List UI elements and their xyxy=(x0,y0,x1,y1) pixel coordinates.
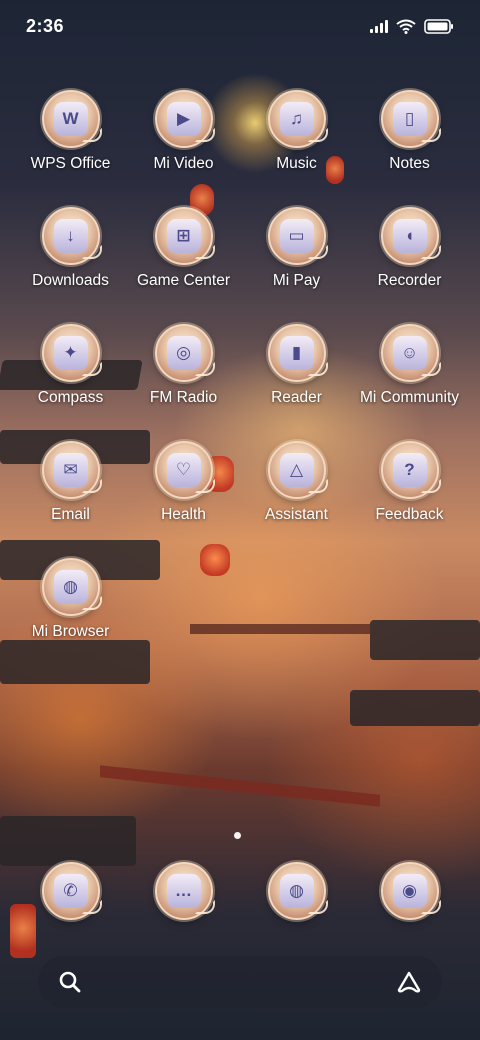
gamepad-icon[interactable]: ⊞ xyxy=(154,207,215,265)
camera-icon-glyph: ◉ xyxy=(392,874,427,908)
app-label: Downloads xyxy=(32,272,109,289)
grid-app[interactable]: ▮ Reader xyxy=(240,324,353,407)
grid-app[interactable]: W WPS Office xyxy=(14,90,127,173)
grid-app[interactable]: ✦ Compass xyxy=(14,324,127,407)
app-label: Notes xyxy=(389,155,430,172)
microphone-icon[interactable]: ◖ xyxy=(380,207,441,265)
app-label: Mi Pay xyxy=(272,272,321,289)
app-label: Mi Video xyxy=(153,155,214,172)
music-note-icon-glyph: ♫ xyxy=(279,102,314,136)
app-grid: W WPS Office ▶ Mi Video ♫ Music ▯ Notes ↓ Downloa… xyxy=(14,90,466,641)
community-icon-glyph: ☺ xyxy=(392,336,427,370)
search-bar[interactable] xyxy=(38,956,442,1008)
app-label: FM Radio xyxy=(149,389,218,406)
radio-icon[interactable]: ◎ xyxy=(154,324,215,382)
app-label: Feedback xyxy=(375,506,444,523)
community-icon[interactable]: ☺ xyxy=(380,324,441,382)
pagoda-roof xyxy=(0,816,136,866)
grid-app[interactable]: ▭ Mi Pay xyxy=(240,207,353,290)
wps-office-icon-glyph: W xyxy=(53,102,88,136)
assistant-icon-glyph: △ xyxy=(279,453,314,487)
envelope-icon-glyph: ✉ xyxy=(53,453,88,487)
status-icons xyxy=(370,18,454,34)
grid-app[interactable]: ? Feedback xyxy=(353,441,466,524)
grid-app[interactable]: ↓ Downloads xyxy=(14,207,127,290)
search-icon[interactable] xyxy=(58,970,82,994)
wallet-icon-glyph: ▭ xyxy=(279,219,314,253)
wallet-icon[interactable]: ▭ xyxy=(267,207,328,265)
compass-icon-glyph: ✦ xyxy=(53,336,88,370)
grid-app[interactable]: ◖ Recorder xyxy=(353,207,466,290)
feedback-icon-glyph: ? xyxy=(392,453,427,487)
dock-app[interactable]: ◍ xyxy=(240,862,353,920)
grid-app[interactable]: ☺ Mi Community xyxy=(353,324,466,407)
app-label: Reader xyxy=(271,389,322,406)
feedback-icon[interactable]: ? xyxy=(380,441,441,499)
phone-icon[interactable]: ✆ xyxy=(41,862,102,920)
grid-app[interactable]: △ Assistant xyxy=(240,441,353,524)
pagoda-roof xyxy=(0,640,150,684)
browser-icon-glyph: ◍ xyxy=(279,874,314,908)
assistant-icon[interactable] xyxy=(396,970,422,994)
status-bar: 2:36 xyxy=(0,0,480,52)
app-label: Health xyxy=(161,506,206,523)
bridge xyxy=(100,765,380,807)
radio-icon-glyph: ◎ xyxy=(166,336,201,370)
app-label: Compass xyxy=(37,389,104,406)
app-label: Game Center xyxy=(136,272,231,289)
app-label: Recorder xyxy=(377,272,442,289)
wifi-icon xyxy=(396,19,416,34)
grid-app[interactable]: ◎ FM Radio xyxy=(127,324,240,407)
gamepad-icon-glyph: ⊞ xyxy=(166,219,201,253)
play-icon-glyph: ▶ xyxy=(166,102,201,136)
page-indicator xyxy=(234,832,241,839)
dock-app[interactable]: ✆ xyxy=(14,862,127,920)
grid-app[interactable]: ♫ Music xyxy=(240,90,353,173)
music-note-icon[interactable]: ♫ xyxy=(267,90,328,148)
app-label: Mi Community xyxy=(359,389,460,406)
book-icon-glyph: ▮ xyxy=(279,336,314,370)
envelope-icon[interactable]: ✉ xyxy=(41,441,102,499)
app-label: Music xyxy=(276,155,317,172)
camera-icon[interactable]: ◉ xyxy=(380,862,441,920)
pagoda-roof xyxy=(350,690,480,726)
notes-icon[interactable]: ▯ xyxy=(380,90,441,148)
app-label: Assistant xyxy=(265,506,328,523)
messages-icon-glyph: … xyxy=(166,874,201,908)
app-label: Email xyxy=(51,506,90,523)
grid-app[interactable]: ⊞ Game Center xyxy=(127,207,240,290)
download-icon-glyph: ↓ xyxy=(53,219,88,253)
notes-icon-glyph: ▯ xyxy=(392,102,427,136)
status-time: 2:36 xyxy=(26,15,65,36)
dock-app[interactable]: … xyxy=(127,862,240,920)
battery-icon xyxy=(424,18,454,34)
grid-app[interactable]: ♡ Health xyxy=(127,441,240,524)
messages-icon[interactable]: … xyxy=(154,862,215,920)
grid-app[interactable]: ▯ Notes xyxy=(353,90,466,173)
app-label: WPS Office xyxy=(30,155,111,172)
download-icon[interactable]: ↓ xyxy=(41,207,102,265)
phone-icon-glyph: ✆ xyxy=(53,874,88,908)
book-icon[interactable]: ▮ xyxy=(267,324,328,382)
app-label: Mi Browser xyxy=(31,623,110,640)
grid-app[interactable]: ✉ Email xyxy=(14,441,127,524)
compass-icon[interactable]: ✦ xyxy=(41,324,102,382)
health-icon-glyph: ♡ xyxy=(166,453,201,487)
grid-app[interactable]: ◍ Mi Browser xyxy=(14,558,127,641)
page-dot-active xyxy=(234,832,241,839)
globe-icon-glyph: ◍ xyxy=(53,570,88,604)
play-icon[interactable]: ▶ xyxy=(154,90,215,148)
microphone-icon-glyph: ◖ xyxy=(392,219,427,253)
globe-icon[interactable]: ◍ xyxy=(41,558,102,616)
assistant-icon[interactable]: △ xyxy=(267,441,328,499)
grid-app[interactable]: ▶ Mi Video xyxy=(127,90,240,173)
health-icon[interactable]: ♡ xyxy=(154,441,215,499)
dock-app[interactable]: ◉ xyxy=(353,862,466,920)
browser-icon[interactable]: ◍ xyxy=(267,862,328,920)
wps-office-icon[interactable]: W xyxy=(41,90,102,148)
dock: ✆ … ◍ ◉ xyxy=(14,862,466,920)
signal-icon xyxy=(370,19,388,33)
